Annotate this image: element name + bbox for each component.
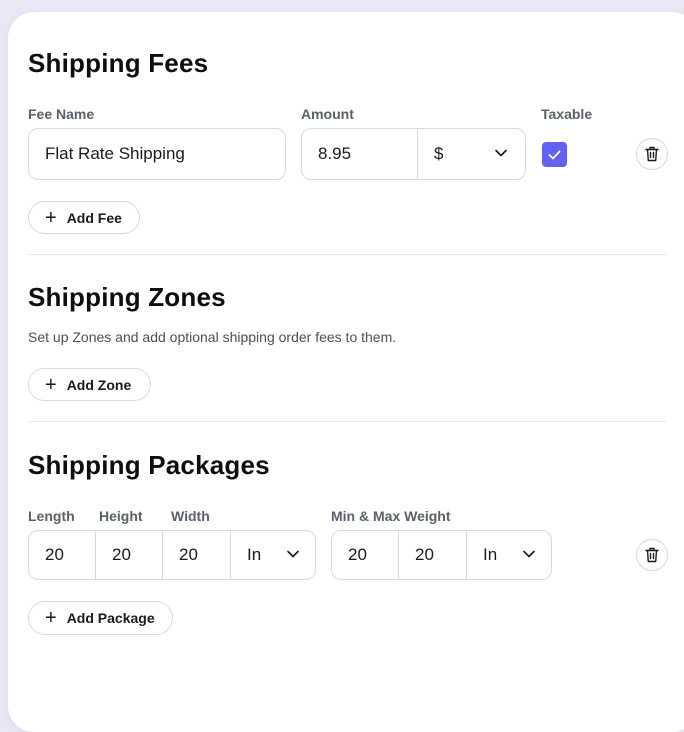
add-zone-button[interactable]: + Add Zone: [28, 368, 151, 401]
chevron-down-icon: [495, 149, 507, 157]
shipping-zones-description: Set up Zones and add optional shipping o…: [28, 329, 397, 345]
section-divider: [28, 254, 666, 255]
add-zone-label: Add Zone: [66, 376, 132, 393]
length-input[interactable]: 20: [28, 530, 96, 580]
weight-unit-value: In: [483, 545, 498, 564]
trash-icon: [645, 146, 659, 162]
delete-package-button[interactable]: [636, 539, 668, 571]
min-weight-input[interactable]: 20: [331, 530, 399, 580]
width-value: 20: [179, 545, 198, 564]
weight-unit-select[interactable]: In: [466, 530, 552, 580]
chevron-down-icon: [523, 550, 535, 558]
taxable-checkbox[interactable]: [542, 142, 567, 167]
weight-label: Min & Max Weight: [331, 508, 451, 524]
max-weight-input[interactable]: 20: [398, 530, 467, 580]
width-label: Width: [171, 508, 210, 524]
check-icon: [548, 150, 561, 159]
trash-icon: [645, 547, 659, 563]
amount-label: Amount: [301, 106, 354, 122]
shipping-packages-title: Shipping Packages: [28, 450, 270, 480]
shipping-zones-title: Shipping Zones: [28, 282, 226, 312]
height-value: 20: [112, 545, 131, 564]
fee-name-input[interactable]: Flat Rate Shipping: [28, 128, 286, 180]
plus-icon: +: [45, 607, 57, 629]
taxable-label: Taxable: [541, 106, 593, 122]
min-weight-value: 20: [348, 545, 367, 564]
plus-icon: +: [45, 373, 57, 396]
amount-input[interactable]: 8.95: [301, 128, 418, 180]
delete-fee-button[interactable]: [636, 138, 668, 170]
dimension-unit-value: In: [247, 545, 262, 564]
add-package-label: Add Package: [66, 610, 155, 626]
add-fee-button[interactable]: + Add Fee: [28, 201, 140, 234]
amount-value: 8.95: [318, 144, 352, 163]
fee-name-value: Flat Rate Shipping: [45, 144, 185, 163]
currency-value: $: [434, 144, 444, 163]
fee-name-label: Fee Name: [28, 106, 95, 122]
section-divider: [28, 421, 666, 422]
settings-card: Shipping Fees Fee Name Amount Taxable Fl…: [8, 12, 684, 732]
height-label: Height: [99, 508, 143, 524]
plus-icon: +: [45, 206, 57, 229]
width-input[interactable]: 20: [162, 530, 231, 580]
length-value: 20: [45, 545, 64, 564]
length-label: Length: [28, 508, 75, 524]
add-fee-label: Add Fee: [66, 209, 122, 226]
add-package-button[interactable]: + Add Package: [28, 601, 173, 635]
height-input[interactable]: 20: [95, 530, 163, 580]
currency-select[interactable]: $: [417, 128, 526, 180]
shipping-fees-title: Shipping Fees: [28, 48, 209, 78]
chevron-down-icon: [287, 550, 299, 558]
max-weight-value: 20: [415, 545, 434, 564]
dimension-unit-select[interactable]: In: [230, 530, 316, 580]
